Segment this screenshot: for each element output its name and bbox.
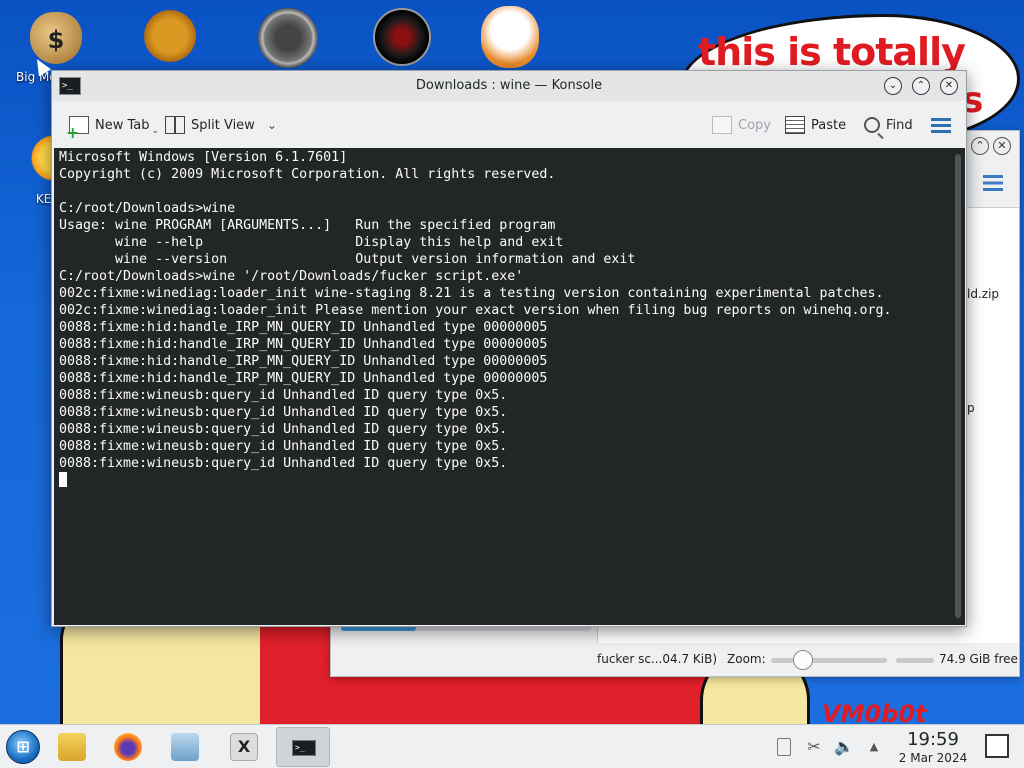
paste-icon	[785, 116, 805, 134]
terminal-area[interactable]: Microsoft Windows [Version 6.1.7601] Copy…	[54, 148, 965, 625]
moneybag-icon: $	[30, 12, 82, 64]
selected-file-status: fucker sc...04.7 KiB)	[597, 652, 718, 666]
firefox-taskbar-icon[interactable]	[114, 733, 142, 761]
split-view-label: Split View	[191, 117, 255, 133]
speech-bubble-text: this is totally	[698, 30, 966, 74]
x-app-taskbar-icon[interactable]: X	[230, 733, 258, 761]
desktop-icon-gear[interactable]	[130, 8, 210, 64]
taskbar: ⊞ X >_ ✂ 🔈 ▲ 19:59 2 Mar 2024	[0, 724, 1024, 768]
minimize-button[interactable]: ⌄	[884, 77, 902, 95]
hamburger-menu-icon[interactable]	[931, 118, 951, 133]
paste-label: Paste	[811, 117, 847, 133]
konsole-toolbar: New Tab ⌄ Split View ⌄ Copy Paste Find	[52, 101, 966, 147]
clock[interactable]: 19:59 2 Mar 2024	[888, 730, 978, 766]
terminal-line: Usage: wine PROGRAM [ARGUMENTS...] Run t…	[59, 218, 556, 233]
terminal-line: 0088:fixme:hid:handle_IRP_MN_QUERY_ID Un…	[59, 320, 548, 335]
new-tab-icon	[66, 116, 89, 142]
close-button[interactable]: ✕	[940, 77, 958, 95]
terminal-line: 0088:fixme:wineusb:query_id Unhandled ID…	[59, 439, 508, 454]
windows-logo-icon: ⊞	[16, 737, 30, 756]
terminal-line: 002c:fixme:winediag:loader_init wine-sta…	[59, 286, 884, 301]
clock-time: 19:59	[907, 729, 959, 750]
window-title: Downloads : wine — Konsole	[415, 78, 603, 93]
terminal-line: 0088:fixme:wineusb:query_id Unhandled ID…	[59, 388, 508, 403]
terminal-line: 0088:fixme:hid:handle_IRP_MN_QUERY_ID Un…	[59, 337, 548, 352]
zoom-slider-track[interactable]	[771, 658, 887, 663]
mascot-icon	[481, 6, 539, 68]
terminal-line: 0088:fixme:wineusb:query_id Unhandled ID…	[59, 456, 508, 471]
zoom-label: Zoom:	[727, 652, 766, 666]
clipboard-icon[interactable]	[777, 738, 791, 756]
split-view-icon	[165, 116, 185, 134]
konsole-taskbar-icon: >_	[292, 740, 316, 756]
zoom-slider-handle[interactable]	[793, 650, 813, 670]
copy-button[interactable]: Copy	[712, 113, 771, 137]
desktop-icon-record[interactable]	[362, 8, 442, 66]
new-tab-label: New Tab	[95, 117, 150, 133]
terminal-line: Microsoft Windows [Version 6.1.7601]	[59, 150, 348, 165]
paste-button[interactable]: Paste	[785, 113, 846, 137]
gear-icon	[138, 8, 202, 64]
new-tab-button[interactable]: New Tab ⌄	[66, 113, 160, 142]
terminal-line: 0088:fixme:wineusb:query_id Unhandled ID…	[59, 422, 508, 437]
terminal-line: 0088:fixme:wineusb:query_id Unhandled ID…	[59, 405, 508, 420]
dollar-glyph: $	[47, 26, 65, 54]
maximize-button[interactable]: ⌃	[912, 77, 930, 95]
terminal-line: 0088:fixme:hid:handle_IRP_MN_QUERY_ID Un…	[59, 371, 548, 386]
split-view-button[interactable]: Split View ⌄	[165, 113, 277, 137]
bg-window-close-button[interactable]: ✕	[993, 137, 1011, 155]
terminal-line: C:/root/Downloads>wine '/root/Downloads/…	[59, 269, 524, 284]
konsole-window[interactable]: >_ Downloads : wine — Konsole ⌄ ⌃ ✕ New …	[51, 70, 967, 627]
start-menu-button[interactable]: ⊞	[6, 730, 40, 764]
chevron-down-icon[interactable]: ⌄	[267, 118, 277, 132]
settings-taskbar-icon[interactable]	[171, 733, 199, 761]
terminal-output: Microsoft Windows [Version 6.1.7601] Copy…	[59, 149, 892, 489]
desktop-icon-gauge[interactable]	[248, 8, 328, 68]
desktop-icon-mascot[interactable]	[470, 6, 550, 68]
file-item-label[interactable]: ld.zip	[967, 287, 999, 301]
file-manager-taskbar-icon[interactable]	[58, 733, 86, 761]
record-icon	[373, 8, 431, 66]
window-titlebar[interactable]: >_ Downloads : wine — Konsole ⌄ ⌃ ✕	[52, 71, 966, 101]
file-item-label[interactable]: p	[967, 401, 975, 415]
konsole-taskbar-button[interactable]: >_	[276, 727, 330, 767]
find-button[interactable]: Find	[864, 113, 913, 137]
bg-window-maximize-button[interactable]: ⌃	[971, 137, 989, 155]
terminal-line: 002c:fixme:winediag:loader_init Please m…	[59, 303, 892, 318]
terminal-scrollbar[interactable]	[955, 154, 961, 618]
copy-icon	[712, 116, 732, 134]
terminal-line: 0088:fixme:hid:handle_IRP_MN_QUERY_ID Un…	[59, 354, 548, 369]
find-label: Find	[886, 117, 913, 133]
search-icon	[864, 117, 880, 133]
free-space-label: 74.9 GiB free	[939, 652, 1018, 666]
show-desktop-button[interactable]	[985, 734, 1009, 758]
gauge-icon	[258, 8, 318, 68]
free-space-bar	[896, 658, 934, 663]
dropdown-caret-icon[interactable]: ⌄	[152, 126, 160, 136]
hamburger-menu-icon[interactable]	[983, 175, 1003, 191]
scissors-icon[interactable]: ✂	[804, 737, 824, 757]
volume-icon[interactable]: 🔈	[834, 737, 854, 757]
terminal-line: wine --help Display this help and exit	[59, 235, 564, 250]
terminal-line: C:/root/Downloads>wine	[59, 201, 236, 216]
terminal-line: Copyright (c) 2009 Microsoft Corporation…	[59, 167, 556, 182]
terminal-cursor	[59, 472, 67, 487]
tray-expand-icon[interactable]: ▲	[864, 737, 884, 757]
clock-date: 2 Mar 2024	[898, 751, 968, 765]
copy-label: Copy	[738, 117, 771, 133]
terminal-line: wine --version Output version informatio…	[59, 252, 636, 267]
